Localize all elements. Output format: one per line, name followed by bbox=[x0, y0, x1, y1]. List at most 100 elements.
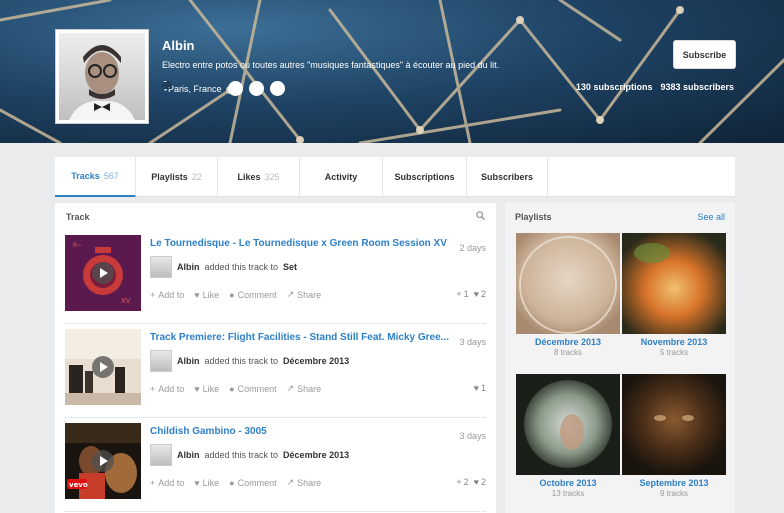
see-all-link[interactable]: See all bbox=[697, 212, 725, 222]
comment-button[interactable]: ● Comment bbox=[229, 289, 276, 300]
playlist-link[interactable]: Décembre 2013 bbox=[283, 356, 349, 366]
track-time: 3 days bbox=[459, 337, 486, 347]
share-button[interactable]: ↗ Share bbox=[287, 289, 322, 300]
track-added-by: Albin added this track to Set bbox=[150, 256, 297, 278]
avatar[interactable] bbox=[150, 444, 172, 466]
subscribers-count[interactable]: 9383 subscribers bbox=[660, 82, 734, 92]
add-to-button[interactable]: + Add to bbox=[150, 383, 184, 394]
track-row: Track Premiere: Flight Facilities - Stan… bbox=[65, 324, 486, 418]
share-button[interactable]: ↗ Share bbox=[287, 383, 322, 394]
playlist-name[interactable]: Septembre 2013 bbox=[622, 478, 726, 488]
share-icon: ↗ bbox=[286, 289, 295, 299]
add-to-button[interactable]: + Add to bbox=[150, 477, 184, 488]
action-label: Add to bbox=[158, 383, 185, 394]
like-count: ♥ 1 bbox=[474, 383, 486, 393]
repost-count: +1 bbox=[456, 289, 468, 299]
svg-text:vevo: vevo bbox=[69, 481, 88, 489]
playlist-cover[interactable] bbox=[516, 233, 620, 334]
playlist-track-count: 9 tracks bbox=[659, 489, 688, 498]
tab-subscribers[interactable]: Subscribers bbox=[467, 157, 548, 197]
track-row: vevo Childish Gambino - 3005 3 days Albi… bbox=[65, 418, 486, 512]
action-label: Comment bbox=[237, 383, 277, 394]
soundcloud-icon[interactable] bbox=[162, 81, 264, 96]
search-icon[interactable] bbox=[476, 211, 486, 222]
repost-count: +2 bbox=[456, 477, 468, 487]
track-title[interactable]: Le Tournedisque - Le Tournedisque x Gree… bbox=[150, 238, 450, 249]
track-time: 3 days bbox=[459, 431, 486, 441]
profile-meta: Paris, France bbox=[162, 81, 285, 96]
twitter-icon[interactable] bbox=[162, 81, 243, 96]
heart-icon: ♥ bbox=[194, 383, 200, 394]
playlist-cover[interactable] bbox=[516, 374, 620, 475]
profile-avatar[interactable] bbox=[55, 29, 149, 124]
like-button[interactable]: ♥ Like bbox=[194, 289, 219, 300]
tab-playlists[interactable]: Playlists 22 bbox=[136, 157, 218, 197]
playlist-name[interactable]: Octobre 2013 bbox=[516, 478, 620, 488]
user-name[interactable]: Albin bbox=[177, 450, 200, 460]
playlist-card[interactable]: Décembre 2013 8 tracks bbox=[516, 233, 620, 357]
stat-value: 2 bbox=[463, 477, 469, 487]
added-text: added this track to bbox=[204, 356, 279, 366]
heart-icon: ♥ bbox=[194, 289, 200, 300]
hypem-icon[interactable] bbox=[162, 81, 285, 96]
added-text: added this track to bbox=[204, 262, 279, 272]
comment-icon: ● bbox=[229, 477, 235, 488]
user-name[interactable]: Albin bbox=[177, 262, 200, 272]
comment-button[interactable]: ● Comment bbox=[229, 477, 276, 488]
comment-button[interactable]: ● Comment bbox=[229, 383, 276, 394]
playlist-card[interactable]: Octobre 2013 13 tracks bbox=[516, 374, 620, 498]
tab-likes[interactable]: Likes 325 bbox=[218, 157, 300, 197]
track-actions: + Add to ♥ Like ● Comment ↗ Share bbox=[150, 383, 321, 394]
like-count: ♥ 2 bbox=[474, 289, 486, 299]
play-button[interactable] bbox=[92, 450, 114, 472]
avatar[interactable] bbox=[150, 256, 172, 278]
playlist-cover[interactable] bbox=[622, 233, 726, 334]
heart-icon: ♥ bbox=[473, 289, 479, 299]
track-actions: + Add to ♥ Like ● Comment ↗ Share bbox=[150, 477, 321, 488]
heart-icon: ♥ bbox=[473, 383, 479, 393]
track-actions: + Add to ♥ Like ● Comment ↗ Share bbox=[150, 289, 321, 300]
action-label: Like bbox=[202, 477, 220, 488]
playlist-track-count: 5 tracks bbox=[659, 348, 688, 357]
like-button[interactable]: ♥ Like bbox=[194, 383, 219, 394]
added-text: added this track to bbox=[204, 450, 279, 460]
playlist-card[interactable]: Novembre 2013 5 tracks bbox=[622, 233, 726, 357]
playlists-panel-header: Playlists See all bbox=[505, 203, 735, 230]
action-label: Like bbox=[202, 289, 220, 300]
play-button[interactable] bbox=[92, 356, 114, 378]
track-stats: ♥ 1 bbox=[474, 383, 486, 393]
comment-icon: ● bbox=[229, 383, 235, 394]
avatar[interactable] bbox=[150, 350, 172, 372]
track-title[interactable]: Track Premiere: Flight Facilities - Stan… bbox=[150, 332, 450, 343]
subscribe-button[interactable]: Subscribe bbox=[673, 40, 736, 69]
profile-tabs: Tracks 567 Playlists 22 Likes 325 Activi… bbox=[55, 157, 735, 197]
user-name[interactable]: Albin bbox=[177, 356, 200, 366]
play-button[interactable] bbox=[92, 262, 114, 284]
playlist-link[interactable]: Set bbox=[283, 262, 297, 272]
track-stats: +1 ♥ 2 bbox=[456, 289, 486, 299]
profile-location: Paris, France bbox=[168, 83, 222, 94]
subscriptions-count[interactable]: 130 subscriptions bbox=[576, 82, 653, 92]
track-title[interactable]: Childish Gambino - 3005 bbox=[150, 426, 450, 437]
tab-label: Subscribers bbox=[480, 172, 534, 182]
tab-activity[interactable]: Activity bbox=[300, 157, 383, 197]
stat-value: 1 bbox=[463, 289, 469, 299]
tab-subscriptions[interactable]: Subscriptions bbox=[383, 157, 467, 197]
playlist-cover[interactable] bbox=[622, 374, 726, 475]
add-to-button[interactable]: + Add to bbox=[150, 289, 184, 300]
playlist-name[interactable]: Novembre 2013 bbox=[622, 337, 726, 347]
action-label: Add to bbox=[158, 289, 185, 300]
track-thumbnail[interactable]: vevo bbox=[65, 423, 141, 499]
playlist-link[interactable]: Décembre 2013 bbox=[283, 450, 349, 460]
track-thumbnail[interactable] bbox=[65, 329, 141, 405]
tab-tracks[interactable]: Tracks 567 bbox=[55, 157, 136, 197]
like-button[interactable]: ♥ Like bbox=[194, 477, 219, 488]
playlist-name[interactable]: Décembre 2013 bbox=[516, 337, 620, 347]
track-thumbnail[interactable]: R~ XV bbox=[65, 235, 141, 311]
tab-label: Likes bbox=[237, 172, 261, 182]
share-button[interactable]: ↗ Share bbox=[287, 477, 322, 488]
stat-value: 1 bbox=[480, 383, 486, 393]
track-added-by: Albin added this track to Décembre 2013 bbox=[150, 350, 349, 372]
plus-icon: + bbox=[150, 383, 156, 394]
playlist-card[interactable]: Septembre 2013 9 tracks bbox=[622, 374, 726, 498]
